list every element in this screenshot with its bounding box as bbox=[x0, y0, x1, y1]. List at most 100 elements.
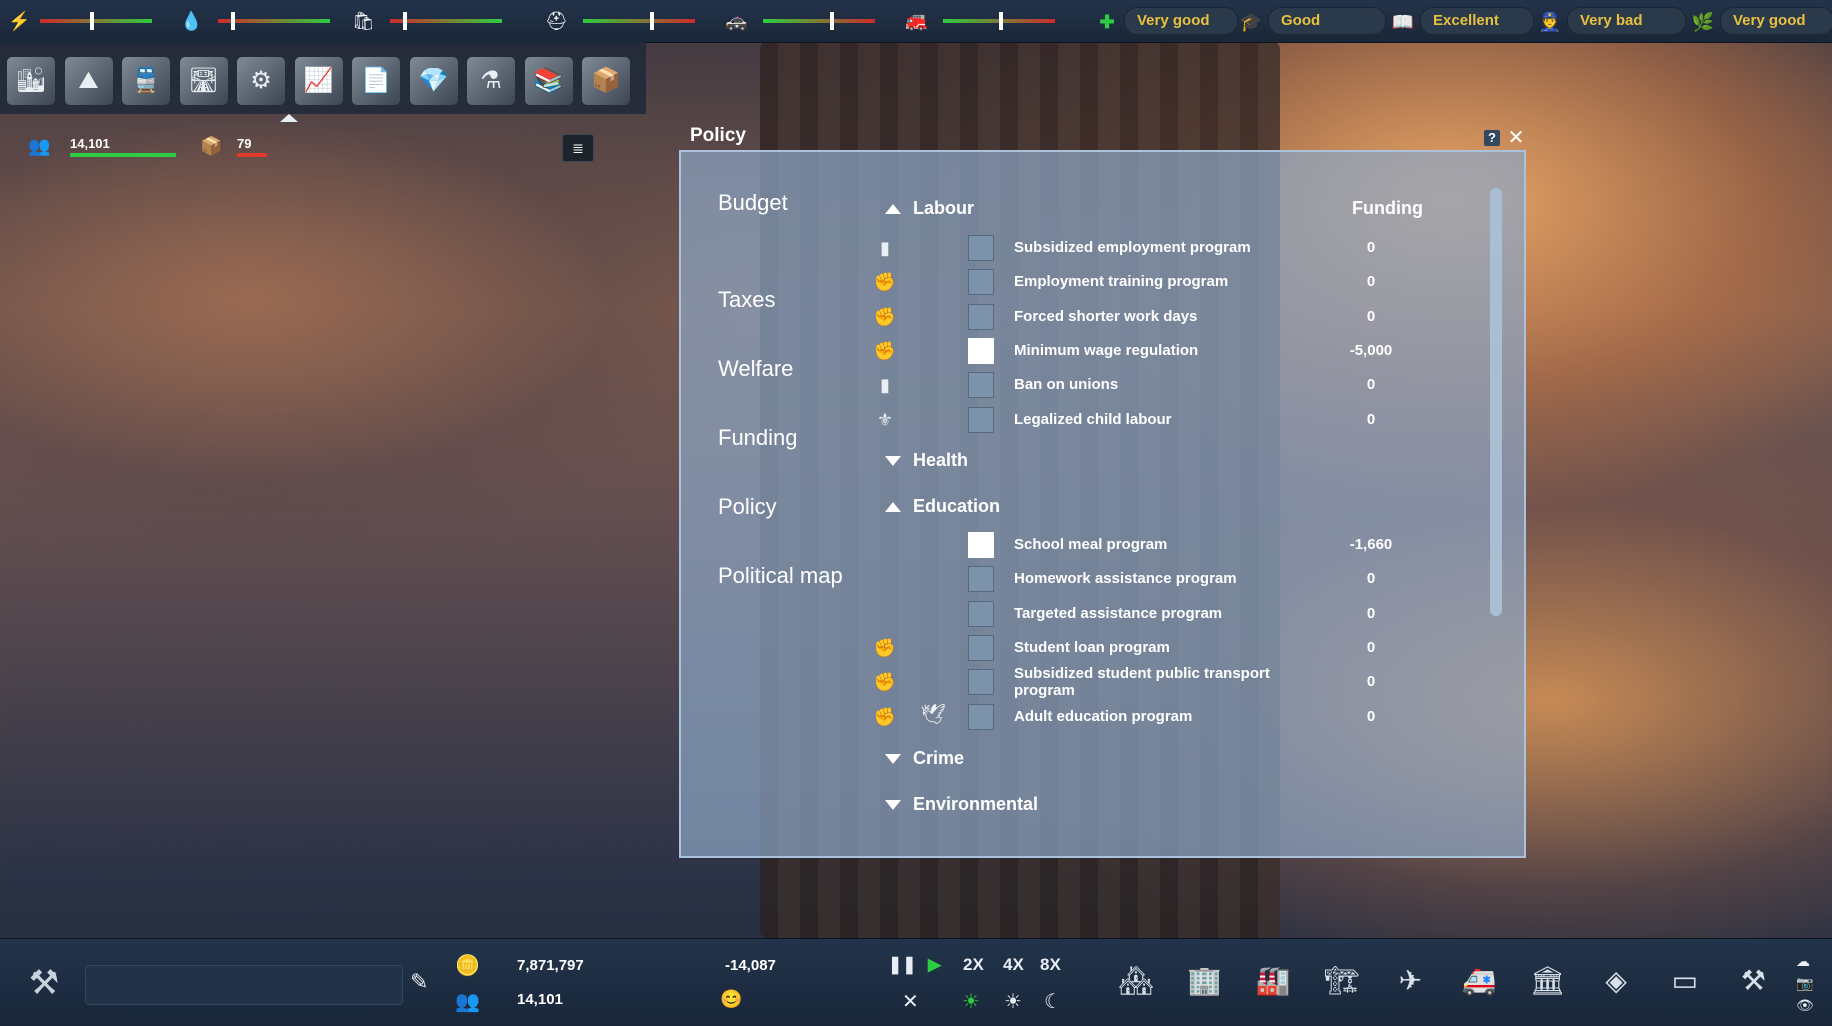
research-tool[interactable]: ⚗ bbox=[466, 56, 516, 106]
residential-build-icon[interactable]: 🏘 bbox=[1107, 953, 1165, 1009]
section-crime[interactable]: Crime bbox=[885, 748, 964, 769]
demolish-crane-icon[interactable]: ⚒ bbox=[1724, 953, 1782, 1009]
section-title: Crime bbox=[913, 748, 965, 768]
policy-checkbox[interactable] bbox=[968, 600, 994, 627]
statistics-tool[interactable]: 📚 bbox=[523, 56, 574, 106]
rating-book[interactable]: 📖 Excellent bbox=[1392, 7, 1534, 35]
nav-welfare[interactable]: Welfare bbox=[718, 356, 793, 382]
roads-tool[interactable]: 🛣 bbox=[178, 56, 229, 106]
policy-row: ✊ Subsidized student public transport pro… bbox=[872, 665, 1432, 699]
night-icon[interactable]: ☾ bbox=[1044, 989, 1062, 1014]
meter-3[interactable]: ⛑ bbox=[545, 8, 705, 34]
weather-icon[interactable]: ☁ bbox=[1796, 953, 1810, 970]
population-bar bbox=[70, 153, 176, 157]
power-tool[interactable]: ⚙ bbox=[236, 56, 286, 106]
policy-label: Homework assistance program bbox=[1014, 570, 1237, 588]
policy-checkbox[interactable] bbox=[968, 634, 994, 661]
policy-label: Employment training program bbox=[1014, 273, 1229, 291]
population-value: 14,101 bbox=[517, 991, 563, 1008]
sun-cycle-icon[interactable]: ☀ bbox=[962, 989, 980, 1014]
documents-tool[interactable]: 📄 bbox=[351, 56, 401, 106]
section-labour[interactable]: Labour bbox=[885, 198, 974, 219]
eye-icon[interactable]: 👁 bbox=[1796, 997, 1814, 1014]
meter-5[interactable]: 🚒 bbox=[905, 8, 1065, 34]
meter-1[interactable]: 💧 bbox=[180, 8, 340, 34]
warehouse-build-icon[interactable]: ▭ bbox=[1656, 953, 1714, 1009]
day-icon[interactable]: ☀ bbox=[1004, 989, 1022, 1014]
economy-tool[interactable]: 📈 bbox=[293, 56, 344, 106]
monument-build-icon[interactable]: ◈ bbox=[1587, 953, 1645, 1009]
toolbar-selection-caret bbox=[280, 114, 298, 122]
nav-funding[interactable]: Funding bbox=[718, 425, 798, 451]
meter-4[interactable]: 🚓 bbox=[725, 8, 885, 34]
nav-taxes[interactable]: Taxes bbox=[718, 287, 775, 313]
help-button[interactable]: ? bbox=[1484, 130, 1500, 146]
pause-button[interactable]: ❚❚ bbox=[888, 955, 917, 975]
policy-checkbox[interactable] bbox=[968, 703, 994, 730]
collapse-icon bbox=[885, 204, 901, 215]
commercial-build-icon[interactable]: 🏢 bbox=[1176, 953, 1234, 1009]
nav-political-map[interactable]: Political map bbox=[718, 563, 843, 589]
industrial-build-icon[interactable]: 🏭 bbox=[1244, 953, 1302, 1009]
fire-icon: 🚒 bbox=[905, 11, 928, 31]
policy-checkbox[interactable] bbox=[968, 235, 994, 261]
policy-checkbox[interactable] bbox=[968, 269, 994, 296]
fist-icon: ✊ bbox=[873, 637, 897, 658]
nav-budget[interactable]: Budget bbox=[718, 190, 788, 216]
meter-0[interactable]: ⚡ bbox=[8, 8, 168, 34]
meter-2[interactable]: 🛍 bbox=[352, 8, 512, 34]
population-icon: 👥 bbox=[28, 136, 51, 156]
fist-icon: ✊ bbox=[873, 272, 897, 293]
services-build-icon[interactable]: 🚑 bbox=[1450, 953, 1508, 1009]
rating-crime[interactable]: 👮 Very bad bbox=[1539, 7, 1686, 35]
storage-tool[interactable]: 📦 bbox=[581, 56, 631, 106]
section-health[interactable]: Health bbox=[885, 450, 968, 471]
fist-icon: ✊ bbox=[873, 340, 897, 361]
section-environmental[interactable]: Environmental bbox=[885, 794, 1038, 815]
policy-checkbox[interactable] bbox=[968, 566, 994, 593]
transport-tool[interactable]: 🚆 bbox=[121, 56, 171, 106]
city-overview-tool[interactable]: 🏙 bbox=[6, 56, 56, 106]
camera-icon[interactable]: 📷 bbox=[1796, 975, 1813, 992]
shuffle-icon[interactable]: ✕ bbox=[902, 989, 919, 1014]
nav-policy[interactable]: Policy bbox=[718, 494, 777, 520]
tools-menu-icon[interactable]: ⚒ bbox=[16, 955, 72, 1011]
policy-row: ✊ 🕊 Adult education program 0 bbox=[872, 702, 1432, 732]
policy-checkbox[interactable] bbox=[968, 372, 994, 399]
speed-2x-button[interactable]: 2X bbox=[963, 955, 984, 975]
rating-label: Good bbox=[1281, 12, 1321, 29]
rating-environment[interactable]: 🌿 Very good bbox=[1692, 7, 1832, 35]
notifications-list-icon[interactable]: ≣ bbox=[562, 134, 594, 162]
speed-8x-button[interactable]: 8X bbox=[1040, 955, 1061, 975]
resources-tool[interactable]: 💎 bbox=[408, 56, 459, 106]
rating-education[interactable]: 🎓 Good bbox=[1240, 7, 1386, 35]
transport-build-icon[interactable]: ✈ bbox=[1381, 953, 1439, 1009]
expand-icon bbox=[885, 800, 901, 811]
terrain-tool[interactable]: ⛰ bbox=[63, 56, 114, 106]
policy-row: ✊ Minimum wage regulation -5,000 bbox=[872, 336, 1432, 366]
policy-checkbox[interactable] bbox=[968, 337, 994, 364]
health-cross-icon: ✚ bbox=[1099, 12, 1115, 32]
rating-label: Very good bbox=[1733, 12, 1806, 29]
city-name-field[interactable] bbox=[85, 965, 403, 1005]
scrollbar-thumb[interactable] bbox=[1490, 188, 1502, 616]
union-icon: ▮ bbox=[880, 375, 890, 396]
factory-build-icon[interactable]: 🏗 bbox=[1313, 953, 1371, 1009]
government-build-icon[interactable]: 🏛 bbox=[1519, 953, 1577, 1009]
policy-checkbox[interactable] bbox=[968, 669, 994, 696]
policy-row: Homework assistance program 0 bbox=[872, 564, 1432, 594]
book-icon: 📖 bbox=[1391, 12, 1415, 32]
section-education[interactable]: Education bbox=[885, 496, 1000, 517]
meter-marker bbox=[650, 12, 654, 30]
happiness-icon: 😊 bbox=[720, 989, 743, 1009]
speed-4x-button[interactable]: 4X bbox=[1003, 955, 1024, 975]
policy-checkbox[interactable] bbox=[968, 532, 994, 558]
goods-count: 79 bbox=[237, 136, 252, 151]
policy-funding-value: 0 bbox=[1366, 376, 1376, 394]
close-button[interactable]: ✕ bbox=[1506, 128, 1526, 148]
edit-icon[interactable]: ✎ bbox=[410, 969, 428, 995]
rating-health-cross[interactable]: ✚ Very good bbox=[1099, 7, 1238, 35]
play-button[interactable]: ▶ bbox=[928, 955, 941, 975]
policy-checkbox[interactable] bbox=[968, 303, 994, 330]
policy-checkbox[interactable] bbox=[968, 406, 994, 433]
